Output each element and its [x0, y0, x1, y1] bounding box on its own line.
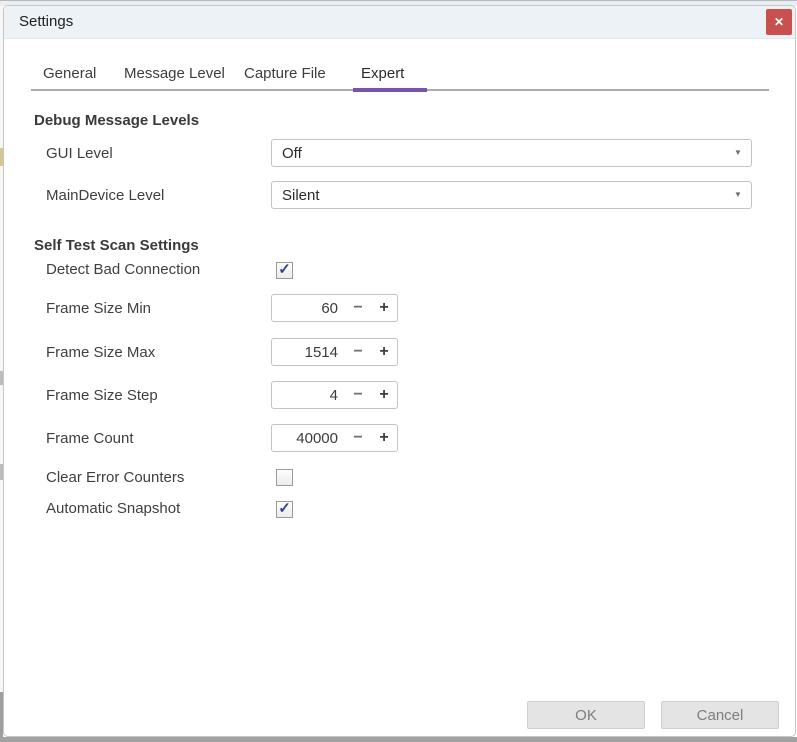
- field-label-gui-level: GUI Level: [46, 145, 113, 162]
- dialog-titlebar[interactable]: Settings ✕: [4, 6, 795, 39]
- tab-expert[interactable]: Expert: [361, 62, 404, 86]
- plus-icon: +: [379, 299, 389, 316]
- frame-size-step-value: 4: [329, 386, 338, 404]
- close-button[interactable]: ✕: [766, 9, 792, 35]
- gui-level-value: Off: [282, 144, 302, 162]
- minus-icon: −: [353, 299, 363, 316]
- tab-general[interactable]: General: [43, 62, 96, 86]
- automatic-snapshot-checkbox[interactable]: ✓: [276, 501, 293, 518]
- section-heading-debug-message-levels: Debug Message Levels: [34, 112, 200, 129]
- field-label-detect-bad-connection: Detect Bad Connection: [46, 261, 201, 278]
- detect-bad-connection-checkbox[interactable]: ✓: [276, 262, 293, 279]
- chevron-down-icon: ▼: [734, 190, 742, 199]
- plus-icon: +: [379, 386, 389, 403]
- frame-size-min-increment-button[interactable]: +: [371, 295, 397, 321]
- field-label-frame-size-min: Frame Size Min: [46, 300, 152, 317]
- minus-icon: −: [353, 429, 363, 446]
- settings-dialog: Settings ✕ General Message Level Capture…: [3, 5, 796, 737]
- section-heading-self-test-scan-settings: Self Test Scan Settings: [34, 237, 199, 254]
- background-strip-bottom: [0, 737, 797, 742]
- frame-size-min-spinner: 60 − +: [271, 294, 398, 322]
- tab-message-level[interactable]: Message Level: [124, 62, 225, 86]
- frame-count-value: 40000: [296, 429, 338, 447]
- active-tab-indicator: [353, 88, 427, 92]
- close-icon: ✕: [773, 15, 785, 29]
- field-label-frame-size-step: Frame Size Step: [46, 387, 158, 404]
- plus-icon: +: [379, 429, 389, 446]
- frame-count-decrement-button[interactable]: −: [345, 425, 371, 451]
- frame-size-min-value: 60: [321, 299, 338, 317]
- frame-size-max-value: 1514: [304, 343, 338, 361]
- field-label-automatic-snapshot: Automatic Snapshot: [46, 500, 181, 517]
- maindevice-level-value: Silent: [282, 186, 320, 204]
- chevron-down-icon: ▼: [734, 148, 742, 157]
- tab-capture-file[interactable]: Capture File: [244, 62, 326, 86]
- field-label-maindevice-level: MainDevice Level: [46, 187, 165, 204]
- frame-size-max-increment-button[interactable]: +: [371, 339, 397, 365]
- gui-level-select[interactable]: Off ▼: [271, 139, 752, 167]
- minus-icon: −: [353, 386, 363, 403]
- plus-icon: +: [379, 343, 389, 360]
- frame-size-step-increment-button[interactable]: +: [371, 382, 397, 408]
- frame-size-step-spinner: 4 − +: [271, 381, 398, 409]
- frame-size-max-decrement-button[interactable]: −: [345, 339, 371, 365]
- ok-button[interactable]: OK: [527, 701, 645, 729]
- field-label-clear-error-counters: Clear Error Counters: [46, 469, 185, 486]
- minus-icon: −: [353, 343, 363, 360]
- maindevice-level-select[interactable]: Silent ▼: [271, 181, 752, 209]
- frame-count-spinner: 40000 − +: [271, 424, 398, 452]
- clear-error-counters-checkbox[interactable]: [276, 469, 293, 486]
- field-label-frame-count: Frame Count: [46, 430, 134, 447]
- cancel-button[interactable]: Cancel: [661, 701, 779, 729]
- frame-size-step-decrement-button[interactable]: −: [345, 382, 371, 408]
- screen: Settings ✕ General Message Level Capture…: [0, 0, 797, 742]
- field-label-frame-size-max: Frame Size Max: [46, 344, 156, 361]
- frame-size-max-spinner: 1514 − +: [271, 338, 398, 366]
- frame-count-increment-button[interactable]: +: [371, 425, 397, 451]
- dialog-title: Settings: [19, 13, 74, 30]
- frame-size-min-decrement-button[interactable]: −: [345, 295, 371, 321]
